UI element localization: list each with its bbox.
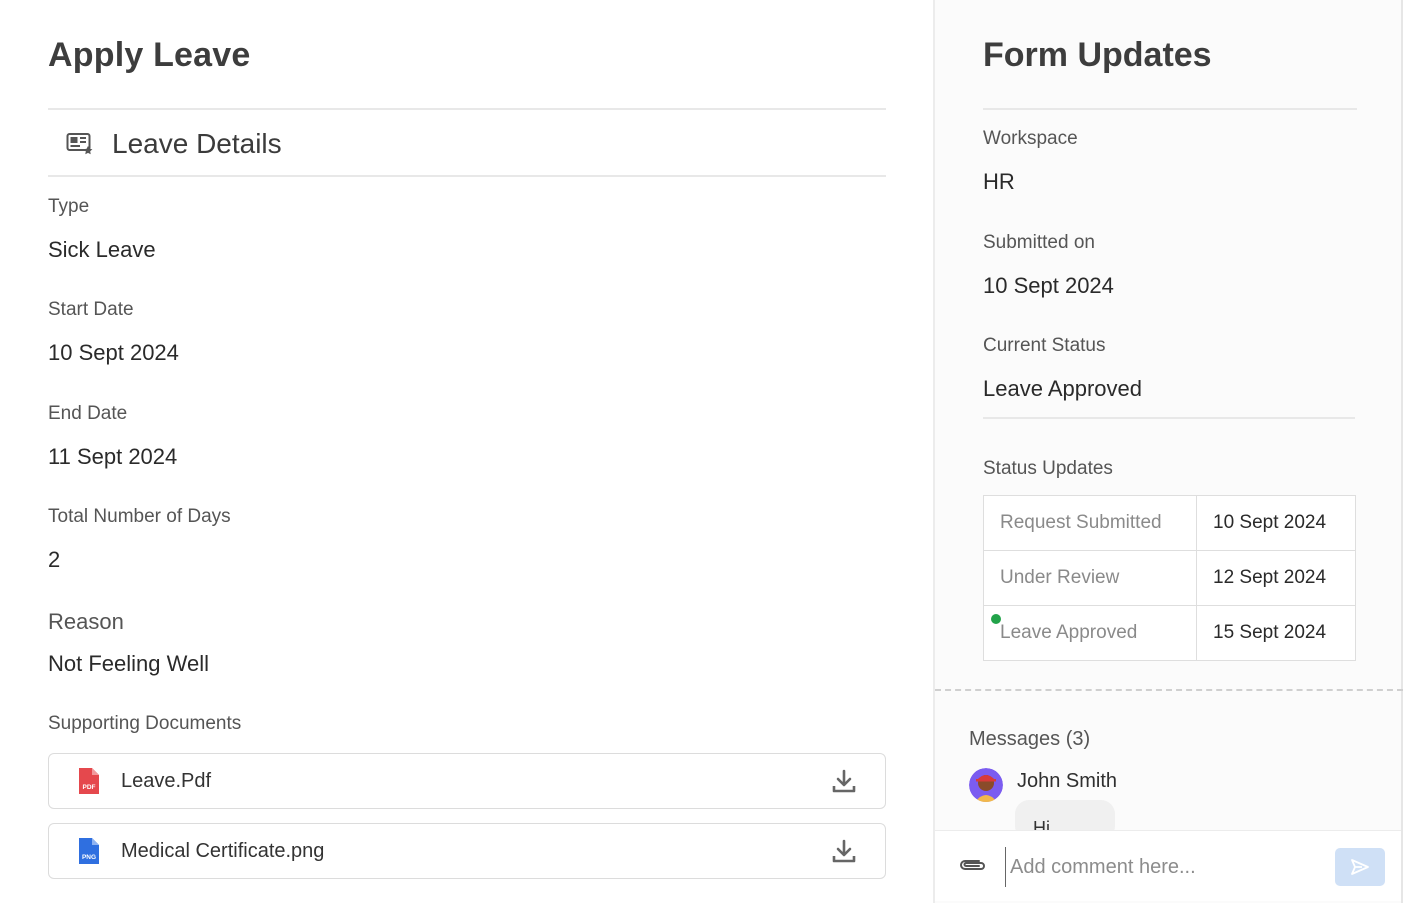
message-author: John Smith bbox=[1017, 770, 1118, 792]
svg-text:PNG: PNG bbox=[82, 854, 96, 861]
attachment-icon[interactable] bbox=[957, 855, 987, 875]
pdf-file-icon: PDF bbox=[79, 768, 99, 794]
status-stage: Under Review bbox=[983, 550, 1197, 606]
section-title: Leave Details bbox=[112, 128, 282, 159]
start-date-label: Start Date bbox=[48, 299, 134, 320]
page-title: Apply Leave bbox=[48, 36, 251, 74]
avatar bbox=[969, 768, 1003, 802]
status-stage-current: Leave Approved bbox=[983, 605, 1197, 661]
svg-text:PDF: PDF bbox=[83, 784, 96, 791]
workspace-value: HR bbox=[983, 169, 1015, 194]
document-name[interactable]: Medical Certificate.png bbox=[121, 840, 831, 863]
table-row: Request Submitted 10 Sept 2024 bbox=[983, 495, 1356, 551]
status-date: 12 Sept 2024 bbox=[1196, 550, 1356, 606]
download-icon[interactable] bbox=[831, 768, 857, 794]
divider bbox=[48, 175, 886, 177]
section-header: Leave Details bbox=[66, 128, 282, 160]
status-stage-label: Leave Approved bbox=[1000, 622, 1138, 643]
status-date: 15 Sept 2024 bbox=[1196, 605, 1356, 661]
apply-leave-panel: Apply Leave Leave Details Type Sick Leav… bbox=[0, 0, 933, 903]
divider bbox=[983, 417, 1355, 419]
submitted-on-value: 10 Sept 2024 bbox=[983, 273, 1114, 298]
total-days-value: 2 bbox=[48, 547, 61, 572]
table-row: Leave Approved 15 Sept 2024 bbox=[983, 605, 1356, 661]
supporting-documents-label: Supporting Documents bbox=[48, 713, 242, 734]
end-date-value: 11 Sept 2024 bbox=[48, 444, 178, 469]
divider bbox=[48, 108, 886, 110]
comment-composer bbox=[935, 830, 1401, 901]
dashed-divider bbox=[935, 689, 1403, 691]
divider bbox=[983, 108, 1357, 110]
start-date-value: 10 Sept 2024 bbox=[48, 340, 179, 365]
document-item[interactable]: PNG Medical Certificate.png bbox=[48, 823, 886, 879]
id-card-icon bbox=[66, 133, 93, 155]
document-item[interactable]: PDF Leave.Pdf bbox=[48, 753, 886, 809]
reason-value: Not Feeling Well bbox=[48, 651, 209, 676]
png-file-icon: PNG bbox=[79, 838, 99, 864]
type-value: Sick Leave bbox=[48, 237, 156, 262]
comment-input[interactable] bbox=[1005, 847, 1325, 887]
current-status-label: Current Status bbox=[983, 335, 1106, 356]
status-updates-label: Status Updates bbox=[983, 458, 1113, 479]
status-date: 10 Sept 2024 bbox=[1196, 495, 1356, 551]
document-name[interactable]: Leave.Pdf bbox=[121, 770, 831, 793]
type-label: Type bbox=[48, 196, 90, 217]
workspace-label: Workspace bbox=[983, 128, 1078, 149]
panel-title: Form Updates bbox=[983, 36, 1212, 74]
send-icon bbox=[1351, 859, 1369, 875]
messages-title: Messages (3) bbox=[969, 728, 1091, 750]
download-icon[interactable] bbox=[831, 838, 857, 864]
end-date-label: End Date bbox=[48, 403, 128, 424]
reason-label: Reason bbox=[48, 609, 124, 634]
send-button[interactable] bbox=[1335, 848, 1385, 886]
current-status-dot bbox=[991, 614, 1001, 624]
submitted-on-label: Submitted on bbox=[983, 232, 1095, 253]
status-updates-table: Request Submitted 10 Sept 2024 Under Rev… bbox=[983, 495, 1356, 661]
total-days-label: Total Number of Days bbox=[48, 506, 231, 527]
table-row: Under Review 12 Sept 2024 bbox=[983, 550, 1356, 606]
current-status-value: Leave Approved bbox=[983, 376, 1143, 401]
status-stage: Request Submitted bbox=[983, 495, 1197, 551]
form-updates-panel: Form Updates Workspace HR Submitted on 1… bbox=[933, 0, 1403, 903]
